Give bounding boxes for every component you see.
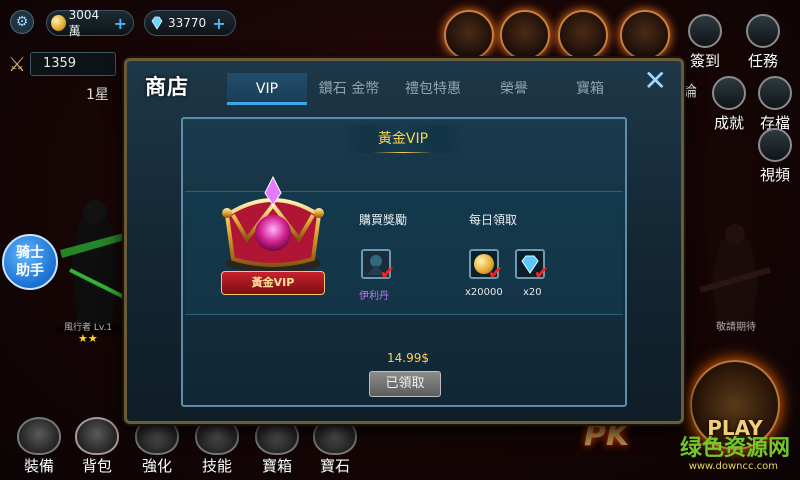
tasks-label: 任務 [747, 52, 778, 70]
claimed-check-icon: ✔ [533, 263, 549, 284]
achievements-button[interactable]: 成就 [712, 76, 746, 133]
video-button[interactable]: 視頻 [758, 128, 792, 185]
vip-crown-icon[interactable] [620, 10, 670, 60]
add-gold-button[interactable]: + [114, 14, 127, 33]
claimed-check-icon: ✔ [379, 263, 395, 284]
sign-in-button[interactable]: 簽到 [688, 14, 722, 71]
knight-assistant-button[interactable]: 骑士 助手 [2, 234, 58, 290]
reward-gold-qty: x20000 [465, 287, 503, 298]
bottom-equipment-button[interactable]: 裝備 [12, 417, 66, 476]
treasure-chest-icon[interactable] [500, 10, 550, 60]
purchase-reward-label: 購買獎勵 [359, 213, 408, 227]
equipment-label: 裝備 [23, 457, 54, 475]
bag-label: 背包 [81, 457, 112, 475]
close-button[interactable]: ✕ [644, 67, 667, 95]
cloud-save-icon [758, 76, 792, 110]
skills-label: 技能 [201, 457, 232, 475]
crown-image: 黃金VIP [213, 175, 333, 305]
slot-machine-icon [688, 14, 722, 48]
stage-label: 1星 [86, 87, 109, 103]
reward-diamond[interactable]: ✔ [515, 249, 549, 283]
shop-tabs: VIP 鑽石 金幣 禮包特惠 榮譽 寶箱 [227, 73, 627, 105]
gems-label: 寶石 [319, 457, 350, 475]
diamond-icon [151, 16, 163, 30]
scroll-icon [746, 14, 780, 48]
reward-hero-illidan[interactable]: ✔ [361, 249, 395, 283]
vip-price: 14.99$ [387, 351, 429, 365]
crown-icon [222, 175, 324, 273]
bottom-bag-button[interactable]: 背包 [70, 417, 124, 476]
tab-diamond-gold[interactable]: 鑽石 金幣 [307, 73, 391, 105]
watermark-text: 绿色资源网 [679, 436, 790, 461]
bottom-enhance-button[interactable]: 強化 [130, 417, 184, 476]
tab-gift-pack[interactable]: 禮包特惠 [391, 73, 475, 105]
gold-counter: 3004萬 + [46, 7, 134, 38]
claimed-check-icon: ✔ [487, 263, 503, 284]
tasks-button[interactable]: 任務 [746, 14, 780, 71]
chest-label: 寶箱 [261, 457, 292, 475]
add-gems-button[interactable]: + [212, 14, 225, 33]
power-value: 1359 [42, 56, 77, 71]
power-display: ⚔ 1359 [8, 52, 116, 76]
coming-soon-label: 敬請期待 [716, 322, 756, 333]
tab-vip[interactable]: VIP [227, 73, 307, 105]
tab-treasure[interactable]: 寶箱 [553, 73, 627, 105]
gift-box-icon[interactable] [444, 10, 494, 60]
watermark-url: www.downcc.com [688, 461, 778, 472]
gold-amount: 3004萬 [68, 7, 100, 38]
reward-hero-name: 伊利丹 [359, 291, 389, 302]
daily-reward-label: 每日領取 [469, 213, 518, 227]
discuss-button[interactable]: 論 [682, 80, 697, 101]
crossed-swords-icon: ⚔ [8, 52, 26, 76]
bag-icon [75, 417, 119, 455]
gem-counter: 33770 + [144, 10, 236, 36]
reward-gold[interactable]: ✔ [469, 249, 503, 283]
claimed-button[interactable]: 已領取 [369, 371, 441, 397]
trophy-icon [712, 76, 746, 110]
bottom-chest-button[interactable]: 寶箱 [250, 417, 304, 476]
sign-in-label: 簽到 [689, 52, 720, 70]
discuss-label: 論 [682, 82, 698, 100]
gold-coin-icon [51, 15, 66, 31]
gem-amount: 33770 [168, 16, 207, 30]
assistant-line1: 骑士 [16, 245, 44, 261]
save-button[interactable]: 存檔 [758, 76, 792, 133]
character-stars: ★★ [78, 332, 98, 345]
vip-ribbon: 黃金VIP [221, 271, 325, 295]
assistant-line2: 助手 [16, 263, 44, 279]
vip-panel: 黃金VIP 黃金VIP 購買獎勵 每日領取 ✔ 伊利丹 ✔ x20000 ✔ x… [181, 117, 627, 407]
shop-dialog: 商店 VIP 鑽石 金幣 禮包特惠 榮譽 寶箱 ✕ 黃金VIP 黃金VIP 購買… [124, 58, 684, 424]
reward-diamond-qty: x20 [523, 287, 542, 298]
bottom-gems-button[interactable]: 寶石 [308, 417, 362, 476]
video-label: 視頻 [759, 166, 790, 184]
bottom-skills-button[interactable]: 技能 [190, 417, 244, 476]
vip-tier-title: 黃金VIP [343, 125, 463, 153]
video-camera-icon [758, 128, 792, 162]
megaphone-icon[interactable] [558, 10, 608, 60]
enhance-label: 強化 [141, 457, 172, 475]
lock-icon [17, 417, 61, 455]
achievements-label: 成就 [713, 114, 744, 132]
tab-honor[interactable]: 榮譽 [475, 73, 553, 105]
shop-title: 商店 [145, 75, 189, 99]
settings-gear-icon[interactable]: ⚙ [10, 10, 34, 34]
